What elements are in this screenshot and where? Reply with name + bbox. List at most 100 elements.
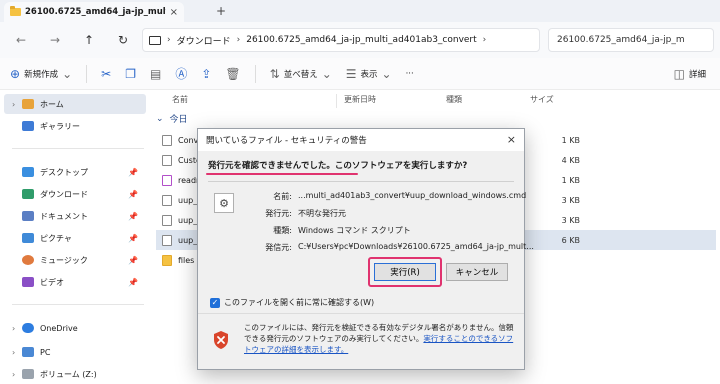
- type-value: Windows コマンド スクリプト: [298, 226, 411, 235]
- sidebar-item-gallery[interactable]: ギャラリー: [4, 116, 146, 136]
- column-header-name[interactable]: 名前: [172, 94, 188, 110]
- document-icon: [162, 174, 172, 186]
- sidebar: › ホーム ギャラリー デスクトップ 📌 ダウンロード 📌 ドキュメント 📌 ピ…: [0, 90, 152, 384]
- gear-icon: ⚙: [214, 193, 234, 213]
- sidebar-item-home[interactable]: › ホーム: [4, 94, 146, 114]
- title-bar: 26100.6725_amd64_ja-jp_multi × +: [0, 0, 720, 22]
- refresh-button[interactable]: ↻: [112, 33, 134, 47]
- new-tab-button[interactable]: +: [216, 4, 226, 18]
- group-header[interactable]: ⌄ 今日: [156, 112, 188, 126]
- close-icon[interactable]: ×: [507, 133, 516, 146]
- shield-warning-icon: [214, 331, 228, 349]
- new-button[interactable]: ⊕ 新規作成 ⌄: [10, 67, 72, 81]
- cloud-icon: [22, 323, 34, 333]
- sidebar-item-pc[interactable]: › PC: [4, 342, 146, 362]
- column-header-size[interactable]: サイズ: [530, 94, 554, 110]
- column-header-type[interactable]: 種類: [446, 94, 462, 110]
- search-input[interactable]: 26100.6725_amd64_ja-jp_m: [548, 28, 714, 52]
- pin-icon[interactable]: 📌: [128, 234, 138, 243]
- run-button[interactable]: 実行(R): [374, 263, 436, 281]
- music-icon: [22, 255, 34, 265]
- sidebar-item-desktop[interactable]: デスクトップ 📌: [4, 162, 146, 182]
- always-ask-checkbox-row[interactable]: ✓ このファイルを開く前に常に確認する(W): [210, 297, 374, 308]
- view-icon: ☰: [345, 66, 357, 81]
- chevron-right-icon: ›: [12, 99, 16, 109]
- forward-button[interactable]: →: [44, 33, 66, 47]
- name-value: ...multi_ad401ab3_convert¥uup_download_w…: [298, 191, 527, 200]
- path-box[interactable]: › ダウンロード › 26100.6725_amd64_ja-jp_multi_…: [142, 28, 540, 52]
- address-bar: ← → ↑ ↻ › ダウンロード › 26100.6725_amd64_ja-j…: [0, 22, 720, 58]
- warning-area: このファイルには、発行元を検証できる有効なデジタル署名がありません。信頼できる発…: [198, 313, 524, 369]
- dialog-title: 開いているファイル - セキュリティの警告: [206, 136, 367, 146]
- warning-text: このファイルには、発行元を検証できる有効なデジタル署名がありません。信頼できる発…: [244, 322, 516, 355]
- sidebar-item-documents[interactable]: ドキュメント 📌: [4, 206, 146, 226]
- tab-current[interactable]: 26100.6725_amd64_ja-jp_multi ×: [4, 2, 184, 22]
- documents-icon: [22, 211, 34, 221]
- type-label: 種類:: [273, 226, 292, 235]
- file-size: 4 KB: [561, 155, 580, 165]
- back-button[interactable]: ←: [10, 33, 32, 47]
- copy-icon[interactable]: ❐: [125, 67, 136, 81]
- pin-icon[interactable]: 📌: [128, 190, 138, 199]
- sidebar-item-downloads[interactable]: ダウンロード 📌: [4, 184, 146, 204]
- sidebar-item-label: ダウンロード: [40, 189, 88, 199]
- file-icon: [162, 214, 172, 226]
- sidebar-item-onedrive[interactable]: › OneDrive: [4, 318, 146, 338]
- paste-icon[interactable]: ▤: [150, 67, 161, 81]
- more-button[interactable]: ···: [406, 69, 414, 79]
- sidebar-item-pictures[interactable]: ピクチャ 📌: [4, 228, 146, 248]
- sidebar-item-music[interactable]: ミュージック 📌: [4, 250, 146, 270]
- sidebar-item-label: ドキュメント: [40, 211, 88, 221]
- chevron-down-icon: ⌄: [321, 66, 332, 81]
- sort-icon: ⇅: [269, 66, 280, 81]
- pin-icon[interactable]: 📌: [128, 256, 138, 265]
- folder-icon: [162, 254, 172, 266]
- from-label: 発信元:: [265, 243, 292, 252]
- share-icon[interactable]: ⇪: [201, 67, 211, 81]
- checkbox-checked-icon[interactable]: ✓: [210, 297, 220, 308]
- sort-button[interactable]: ⇅ 並べ替え ⌄: [270, 67, 332, 81]
- divider: [12, 304, 144, 305]
- sidebar-item-label: ボリューム (Z:): [40, 369, 97, 379]
- pc-icon: [22, 347, 34, 357]
- from-value: C:¥Users¥pc¥Downloads¥26100.6725_amd64_j…: [298, 242, 534, 251]
- close-tab-icon[interactable]: ×: [170, 7, 178, 18]
- rename-icon[interactable]: Ⓐ: [175, 65, 187, 82]
- checkbox-label: このファイルを開く前に常に確認する(W): [224, 298, 375, 307]
- script-icon: [162, 234, 172, 246]
- file-size: 1 KB: [561, 175, 580, 185]
- sidebar-item-volume[interactable]: › ボリューム (Z:): [4, 364, 146, 384]
- tab-title: 26100.6725_amd64_ja-jp_multi: [25, 7, 166, 17]
- chevron-right-icon: ›: [482, 35, 487, 45]
- pin-icon[interactable]: 📌: [128, 278, 138, 287]
- divider: [336, 94, 337, 108]
- cancel-button[interactable]: キャンセル: [446, 263, 508, 281]
- cut-icon[interactable]: ✂: [101, 67, 111, 81]
- file-size: 1 KB: [561, 135, 580, 145]
- divider: [208, 181, 514, 182]
- pin-icon[interactable]: 📌: [128, 168, 138, 177]
- divider: [254, 64, 256, 83]
- pin-icon[interactable]: 📌: [128, 212, 138, 221]
- file-size: 3 KB: [561, 195, 580, 205]
- gallery-icon: [22, 121, 34, 131]
- sidebar-item-label: OneDrive: [40, 323, 78, 333]
- details-button[interactable]: ◫ 詳細: [674, 67, 706, 81]
- publisher-value: 不明な発行元: [298, 209, 346, 218]
- desktop-icon: [22, 167, 34, 177]
- file-icon: [162, 134, 172, 146]
- new-label: 新規作成: [24, 69, 59, 80]
- chevron-right-icon: ›: [167, 35, 171, 45]
- chevron-right-icon: ›: [236, 35, 241, 45]
- command-bar: ⊕ 新規作成 ⌄ ✂ ❐ ▤ Ⓐ ⇪ 🗑 ⇅ 並べ替え ⌄ ☰ 表示 ⌄ ···…: [0, 58, 720, 90]
- sidebar-item-videos[interactable]: ビデオ 📌: [4, 272, 146, 292]
- breadcrumb-downloads[interactable]: ダウンロード: [177, 34, 231, 47]
- breadcrumb-folder[interactable]: 26100.6725_amd64_ja-jp_multi_ad401ab3_co…: [246, 35, 476, 45]
- home-icon: [22, 99, 34, 109]
- pictures-icon: [22, 233, 34, 243]
- column-header-date[interactable]: 更新日時: [344, 94, 376, 110]
- up-button[interactable]: ↑: [78, 33, 100, 47]
- delete-icon[interactable]: 🗑: [225, 67, 240, 81]
- view-button[interactable]: ☰ 表示 ⌄: [346, 67, 392, 81]
- file-icon: [162, 154, 172, 166]
